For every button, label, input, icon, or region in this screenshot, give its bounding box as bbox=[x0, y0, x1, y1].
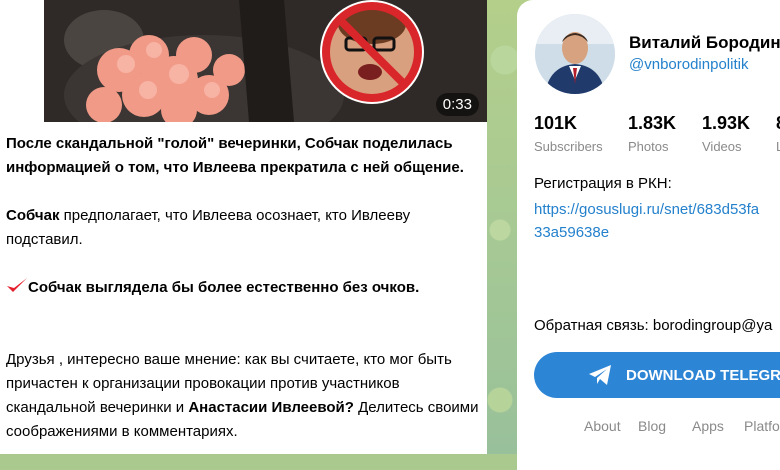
avatar-portrait bbox=[535, 14, 615, 94]
video-thumbnail[interactable]: 0:33 bbox=[44, 0, 487, 122]
footer-link-apps[interactable]: Apps bbox=[692, 418, 724, 434]
post-paragraph-1: После скандальной "голой" вечеринки, Соб… bbox=[6, 135, 464, 176]
download-button-label: DOWNLOAD TELEGRA bbox=[626, 366, 780, 384]
channel-name: Виталий Бородин bbox=[629, 33, 780, 52]
post-text: После скандальной "голой" вечеринки, Соб… bbox=[6, 132, 481, 444]
stat-photos[interactable]: 1.83K Photos bbox=[628, 113, 676, 154]
stat-label: Subscribers bbox=[534, 139, 603, 154]
paragraph-2-rest: предполагает, что Ивлеева осознает, кто … bbox=[6, 207, 411, 248]
bold-name-2: Анастасии Ивлеевой? bbox=[188, 399, 354, 416]
post-paragraph-3: Собчак выглядела бы более естественно бе… bbox=[6, 276, 481, 300]
post-paragraph-2: Собчак предполагает, что Ивлеева осознае… bbox=[6, 204, 481, 252]
stat-label: Videos bbox=[702, 139, 742, 154]
stat-label: Photos bbox=[628, 139, 669, 154]
stat-label: L bbox=[776, 139, 780, 154]
prohibited-sign-icon bbox=[320, 0, 424, 104]
registration-link-line-2: 33a59638e bbox=[534, 224, 610, 241]
post-paragraph-4: Друзья , интересно ваше мнение: как вы с… bbox=[6, 348, 481, 444]
footer-link-blog[interactable]: Blog bbox=[638, 418, 666, 434]
channel-post: 0:33 После скандальной "голой" вечеринки… bbox=[0, 0, 487, 454]
telegram-plane-icon bbox=[589, 365, 611, 385]
registration-label: Регистрация в РКН: bbox=[534, 175, 672, 192]
channel-handle[interactable]: @vnborodinpolitik bbox=[629, 56, 748, 73]
channel-avatar[interactable] bbox=[535, 14, 615, 94]
stat-value: 101K bbox=[534, 113, 578, 133]
stat-videos[interactable]: 1.93K Videos bbox=[702, 113, 750, 154]
stat-links[interactable]: 8 L bbox=[776, 113, 780, 154]
bold-name: Собчак bbox=[6, 207, 60, 224]
video-duration: 0:33 bbox=[435, 93, 479, 116]
stat-value: 1.93K bbox=[702, 113, 751, 133]
footer-link-about[interactable]: About bbox=[584, 418, 621, 434]
registration-link[interactable]: https://gosuslugi.ru/snet/683d53fa 33a59… bbox=[534, 198, 780, 244]
post-media: 0:33 bbox=[0, 0, 487, 122]
stat-value: 8 bbox=[776, 113, 780, 134]
red-checkmark-icon bbox=[7, 278, 27, 292]
stat-value: 1.83K bbox=[628, 113, 677, 133]
download-telegram-button[interactable]: DOWNLOAD TELEGRA bbox=[534, 352, 780, 398]
registration-link-line-1: https://gosuslugi.ru/snet/683d53fa bbox=[534, 201, 760, 218]
stat-subscribers[interactable]: 101K Subscribers bbox=[534, 113, 603, 154]
paragraph-3-text: Собчак выглядела бы более естественно бе… bbox=[28, 279, 420, 296]
feedback-contact: Обратная связь: borodingroup@ya bbox=[534, 317, 773, 334]
footer-link-platforms[interactable]: Platfo bbox=[744, 418, 780, 434]
channel-info-card: Виталий Бородин @vnborodinpolitik 101K S… bbox=[517, 0, 780, 470]
